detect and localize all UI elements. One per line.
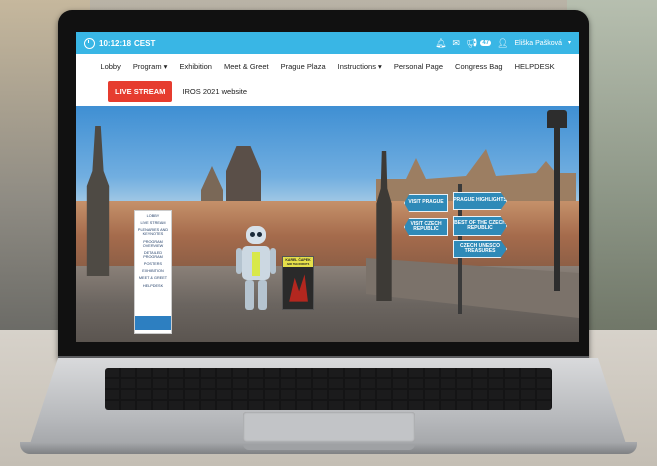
poster-subtitle: AND THE ROBOTS — [286, 263, 310, 266]
user-menu[interactable]: Eliška Pašková — [515, 40, 562, 47]
clock-time: 10:12:18 — [99, 38, 132, 48]
robot-mascot — [236, 226, 276, 312]
main-nav: Lobby Program ▾ Exhibition Meet & Greet … — [76, 54, 579, 78]
nav-prague-plaza[interactable]: Prague Plaza — [281, 62, 326, 71]
nav-exhibition[interactable]: Exhibition — [179, 62, 212, 71]
poster-title-text: KAREL ČAPEK — [285, 258, 311, 262]
robot-accent — [252, 252, 260, 276]
lamp-post — [554, 116, 560, 291]
banner-item-detailed-program[interactable]: DETAILED PROGRAM — [135, 251, 171, 259]
top-bar-actions: 🔔︎ ✉ 📢︎ 47 👤︎ Eliška Pašková ▾ — [435, 37, 571, 48]
robot-head — [246, 226, 266, 244]
banner-item-helpdesk[interactable]: HELPDESK — [135, 284, 171, 288]
sign-prague-highlights[interactable]: PRAGUE HIGHLIGHTS — [453, 192, 507, 210]
laptop-keyboard — [105, 368, 552, 410]
banner-item-meet-greet[interactable]: MEET & GREET — [135, 276, 171, 280]
clock-icon — [84, 37, 95, 49]
top-bar: 10:12:18 CEST 🔔︎ ✉ 📢︎ 47 👤︎ Eliška Paško… — [76, 32, 579, 54]
live-stream-button[interactable]: LIVE STREAM — [108, 80, 173, 102]
banner-item-live-stream[interactable]: LIVE STREAM — [135, 221, 171, 225]
banner-stand — [135, 315, 171, 330]
nav-helpdesk[interactable]: HELPDESK — [515, 62, 555, 71]
clock-timezone: CEST — [134, 38, 156, 48]
user-icon: 👤︎ — [497, 37, 509, 48]
poster-art — [289, 274, 308, 302]
robot-leg-right — [258, 280, 267, 310]
banner-item-lobby[interactable]: LOBBY — [135, 214, 171, 218]
megaphone-icon[interactable]: 📢︎ — [466, 38, 477, 48]
nav-instructions[interactable]: Instructions ▾ — [338, 62, 382, 71]
menu-banner[interactable]: LOBBY LIVE STREAM PLENARIES AND KEYNOTES… — [134, 210, 172, 334]
laptop-trackpad — [243, 412, 415, 442]
iros-website-link[interactable]: IROS 2021 website — [182, 87, 247, 96]
banner-item-plenaries[interactable]: PLENARIES AND KEYNOTES — [135, 228, 171, 236]
nav-personal-page[interactable]: Personal Page — [394, 62, 443, 71]
sign-czech-unesco[interactable]: CZECH UNESCO TREASURES — [453, 240, 507, 258]
banner-item-exhibition[interactable]: EXHIBITION — [135, 269, 171, 273]
nav-lobby[interactable]: Lobby — [100, 62, 120, 71]
laptop-notch — [243, 444, 415, 450]
nav-program[interactable]: Program ▾ — [133, 62, 168, 71]
poster-title: KAREL ČAPEK AND THE ROBOTS — [283, 257, 313, 267]
charles-bridge-scene: LOBBY LIVE STREAM PLENARIES AND KEYNOTES… — [76, 106, 579, 342]
statue-left — [86, 126, 110, 276]
robot-arm-right — [270, 248, 276, 274]
banner-item-program-overview[interactable]: PROGRAM OVERVIEW — [135, 240, 171, 248]
nav-congress-bag[interactable]: Congress Bag — [455, 62, 503, 71]
sign-best-of-czech[interactable]: BEST OF THE CZECH REPUBLIC — [453, 216, 507, 236]
secondary-nav: LIVE STREAM IROS 2021 website — [76, 78, 579, 104]
laptop-screen: 10:12:18 CEST 🔔︎ ✉ 📢︎ 47 👤︎ Eliška Paško… — [76, 32, 579, 342]
karel-capek-poster[interactable]: KAREL ČAPEK AND THE ROBOTS — [282, 256, 314, 310]
banner-item-posters[interactable]: POSTERS — [135, 262, 171, 266]
mail-icon[interactable]: ✉ — [452, 38, 460, 48]
sign-visit-prague[interactable]: VISIT PRAGUE — [404, 194, 448, 212]
bell-icon[interactable]: 🔔︎ — [435, 38, 446, 48]
sign-visit-czech-republic[interactable]: VISIT CZECH REPUBLIC — [404, 218, 448, 236]
nav-meet-greet[interactable]: Meet & Greet — [224, 62, 269, 71]
chevron-down-icon[interactable]: ▾ — [568, 39, 571, 48]
notification-badge: 47 — [480, 40, 492, 46]
robot-eye-right — [257, 232, 262, 237]
robot-eye-left — [250, 232, 255, 237]
robot-leg-left — [245, 280, 254, 310]
